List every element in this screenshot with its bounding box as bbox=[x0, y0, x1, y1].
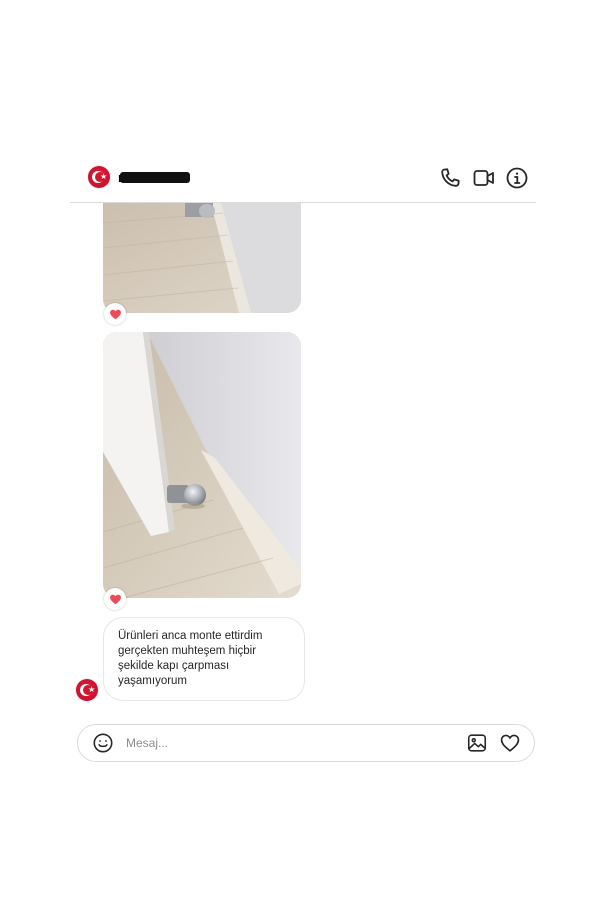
emoji-icon[interactable] bbox=[92, 732, 114, 754]
star-icon: ★ bbox=[100, 172, 108, 181]
phone-icon[interactable] bbox=[438, 166, 462, 190]
star-icon: ★ bbox=[88, 685, 96, 694]
reaction-badge[interactable] bbox=[104, 303, 126, 325]
like-heart-icon[interactable] bbox=[499, 732, 521, 754]
heart-icon bbox=[109, 309, 121, 319]
photo-message[interactable] bbox=[103, 203, 301, 313]
info-icon[interactable] bbox=[505, 166, 529, 190]
message-bubble: Ürünleri anca monte ettirdim gerçekten m… bbox=[103, 617, 305, 701]
chat-header: ★ n bbox=[70, 160, 536, 203]
reaction-badge[interactable] bbox=[104, 588, 126, 610]
sender-avatar[interactable]: ★ bbox=[76, 679, 98, 701]
redaction-bar bbox=[120, 172, 190, 183]
door-stopper-photo bbox=[103, 203, 301, 313]
video-icon[interactable] bbox=[472, 166, 496, 190]
heart-icon bbox=[109, 594, 121, 604]
photo-message[interactable] bbox=[103, 332, 301, 598]
door-stopper-photo bbox=[103, 332, 301, 598]
image-icon[interactable] bbox=[466, 732, 488, 754]
message-composer bbox=[77, 724, 535, 762]
contact-avatar[interactable]: ★ bbox=[88, 166, 110, 188]
message-input[interactable] bbox=[126, 733, 446, 753]
